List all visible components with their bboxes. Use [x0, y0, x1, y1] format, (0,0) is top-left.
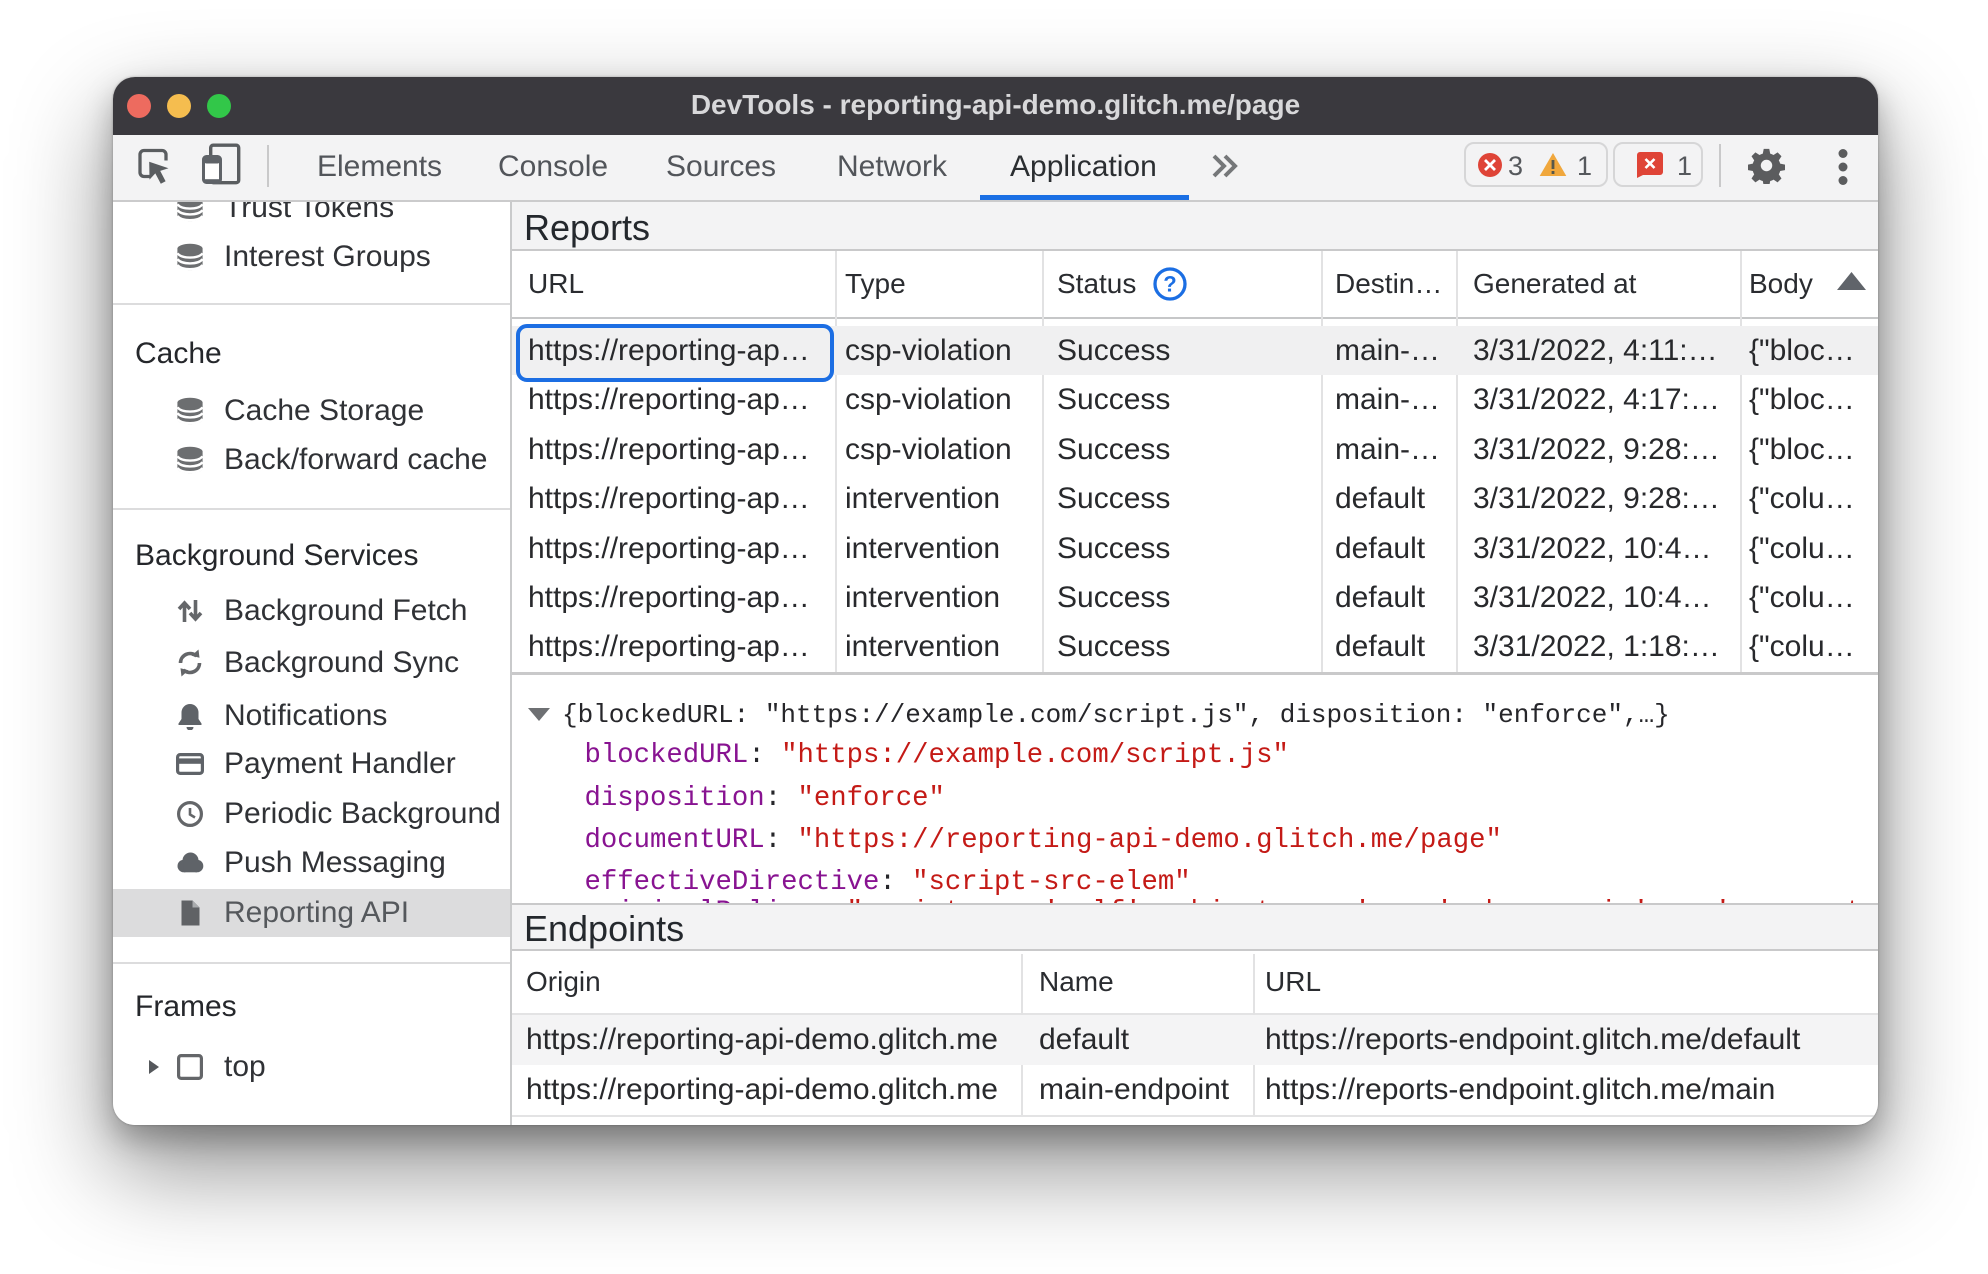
svg-text:?: ? [1163, 272, 1176, 297]
